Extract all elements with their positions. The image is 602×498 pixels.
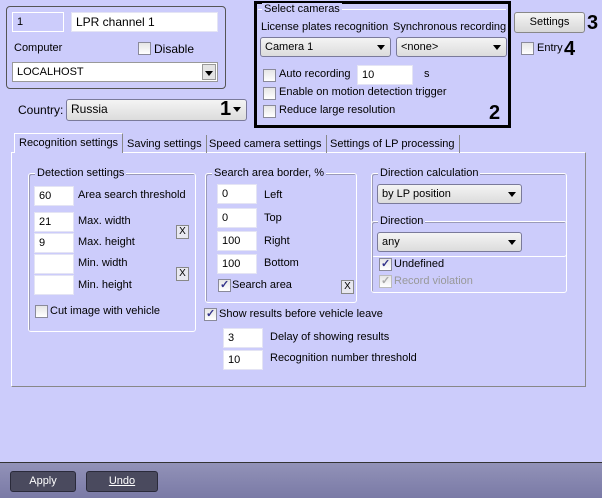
computer-label: Computer xyxy=(14,42,63,54)
channel-id-field[interactable]: 1 xyxy=(12,12,64,32)
lpr-camera-value: Camera 1 xyxy=(265,41,314,53)
direction-calculation-title: Direction calculation xyxy=(378,167,481,179)
max-width-label: Max. width xyxy=(78,215,131,227)
sync-camera-value: <none> xyxy=(401,41,439,53)
min-width-label: Min. width xyxy=(78,257,128,269)
search-area-title: Search area border, % xyxy=(212,167,327,179)
chevron-down-icon xyxy=(508,240,516,245)
direction-title: Direction xyxy=(378,215,426,227)
auto-recording-unit: s xyxy=(424,68,430,80)
direction-select[interactable]: any xyxy=(377,232,522,252)
callout-4: 4 xyxy=(564,38,576,60)
chevron-down-icon[interactable] xyxy=(202,64,216,80)
chevron-down-icon xyxy=(377,45,385,50)
top-border-field[interactable]: 0 xyxy=(217,208,257,228)
right-border-label: Right xyxy=(264,235,290,247)
show-results-label: Show results before vehicle leave xyxy=(219,308,383,320)
sync-camera-label: Synchronous recording xyxy=(393,21,507,33)
country-value: Russia xyxy=(71,102,108,116)
direction-calculation-select[interactable]: by LP position xyxy=(377,184,522,204)
max-width-field[interactable]: 21 xyxy=(34,212,74,232)
entry-label: Entry xyxy=(537,42,563,54)
min-width-field[interactable] xyxy=(34,254,74,274)
area-threshold-field[interactable]: 60 xyxy=(34,186,74,206)
cut-image-label: Cut image with vehicle xyxy=(50,305,161,317)
max-height-label: Max. height xyxy=(78,236,135,248)
left-border-label: Left xyxy=(264,189,283,201)
reduce-resolution-checkbox[interactable] xyxy=(263,105,276,118)
delay-label: Delay of showing results xyxy=(270,331,390,343)
clear-max-button[interactable]: X xyxy=(176,225,189,239)
bottom-border-field[interactable]: 100 xyxy=(217,254,257,274)
reduce-resolution-label: Reduce large resolution xyxy=(279,104,396,116)
disable-checkbox[interactable] xyxy=(138,42,151,55)
lpr-camera-select[interactable]: Camera 1 xyxy=(260,37,391,57)
direction-value: any xyxy=(382,236,400,248)
country-label: Country: xyxy=(18,103,64,117)
sync-camera-select[interactable]: <none> xyxy=(396,37,507,57)
search-area-checkbox[interactable] xyxy=(218,278,231,292)
tab-saving-settings[interactable]: Saving settings xyxy=(123,135,207,153)
callout-3: 3 xyxy=(587,12,599,34)
auto-recording-checkbox[interactable] xyxy=(263,69,276,82)
settings-button[interactable]: Settings xyxy=(514,12,585,33)
min-height-label: Min. height xyxy=(78,279,132,291)
callout-1: 1 xyxy=(220,98,232,120)
computer-select[interactable]: LOCALHOST xyxy=(12,62,218,82)
delay-field[interactable]: 3 xyxy=(223,328,263,348)
cut-image-checkbox[interactable] xyxy=(35,305,48,318)
top-border-label: Top xyxy=(264,212,282,224)
clear-search-area-button[interactable]: X xyxy=(341,280,354,294)
recognition-threshold-label: Recognition number threshold xyxy=(270,352,417,364)
channel-name-field[interactable]: LPR channel 1 xyxy=(71,12,218,32)
select-cameras-title: Select cameras xyxy=(262,3,342,15)
detection-settings-title: Detection settings xyxy=(35,167,127,179)
record-violation-checkbox[interactable] xyxy=(379,274,392,288)
apply-button[interactable]: Apply xyxy=(10,471,76,492)
auto-recording-field[interactable]: 10 xyxy=(357,65,413,85)
right-border-field[interactable]: 100 xyxy=(217,231,257,251)
bottom-border-label: Bottom xyxy=(264,257,299,269)
chevron-down-icon xyxy=(508,192,516,197)
auto-recording-label: Auto recording xyxy=(279,68,351,80)
entry-checkbox[interactable] xyxy=(521,42,534,55)
direction-calculation-value: by LP position xyxy=(382,188,451,200)
undo-button[interactable]: Undo xyxy=(86,471,158,492)
undefined-checkbox[interactable] xyxy=(379,257,392,271)
search-area-label: Search area xyxy=(232,279,292,291)
callout-2: 2 xyxy=(489,102,501,124)
show-results-checkbox[interactable] xyxy=(204,307,217,321)
lpr-camera-label: License plates recognition xyxy=(261,21,389,33)
chevron-down-icon xyxy=(493,45,501,50)
computer-value: LOCALHOST xyxy=(17,66,84,78)
undefined-label: Undefined xyxy=(394,258,445,270)
chevron-down-icon xyxy=(233,107,241,112)
min-height-field[interactable] xyxy=(34,275,74,295)
record-violation-label: Record violation xyxy=(394,275,473,287)
left-border-field[interactable]: 0 xyxy=(217,184,257,204)
max-height-field[interactable]: 9 xyxy=(34,233,74,253)
recognition-threshold-field[interactable]: 10 xyxy=(223,350,263,370)
tab-recognition-settings[interactable]: Recognition settings xyxy=(14,133,124,153)
area-threshold-label: Area search threshold xyxy=(78,189,186,201)
motion-trigger-checkbox[interactable] xyxy=(263,87,276,100)
tab-lp-processing[interactable]: Settings of LP processing xyxy=(326,135,460,153)
tab-speed-camera-settings[interactable]: Speed camera settings xyxy=(205,135,327,153)
motion-trigger-label: Enable on motion detection trigger xyxy=(279,86,447,98)
disable-label: Disable xyxy=(154,42,195,56)
clear-min-button[interactable]: X xyxy=(176,267,189,281)
